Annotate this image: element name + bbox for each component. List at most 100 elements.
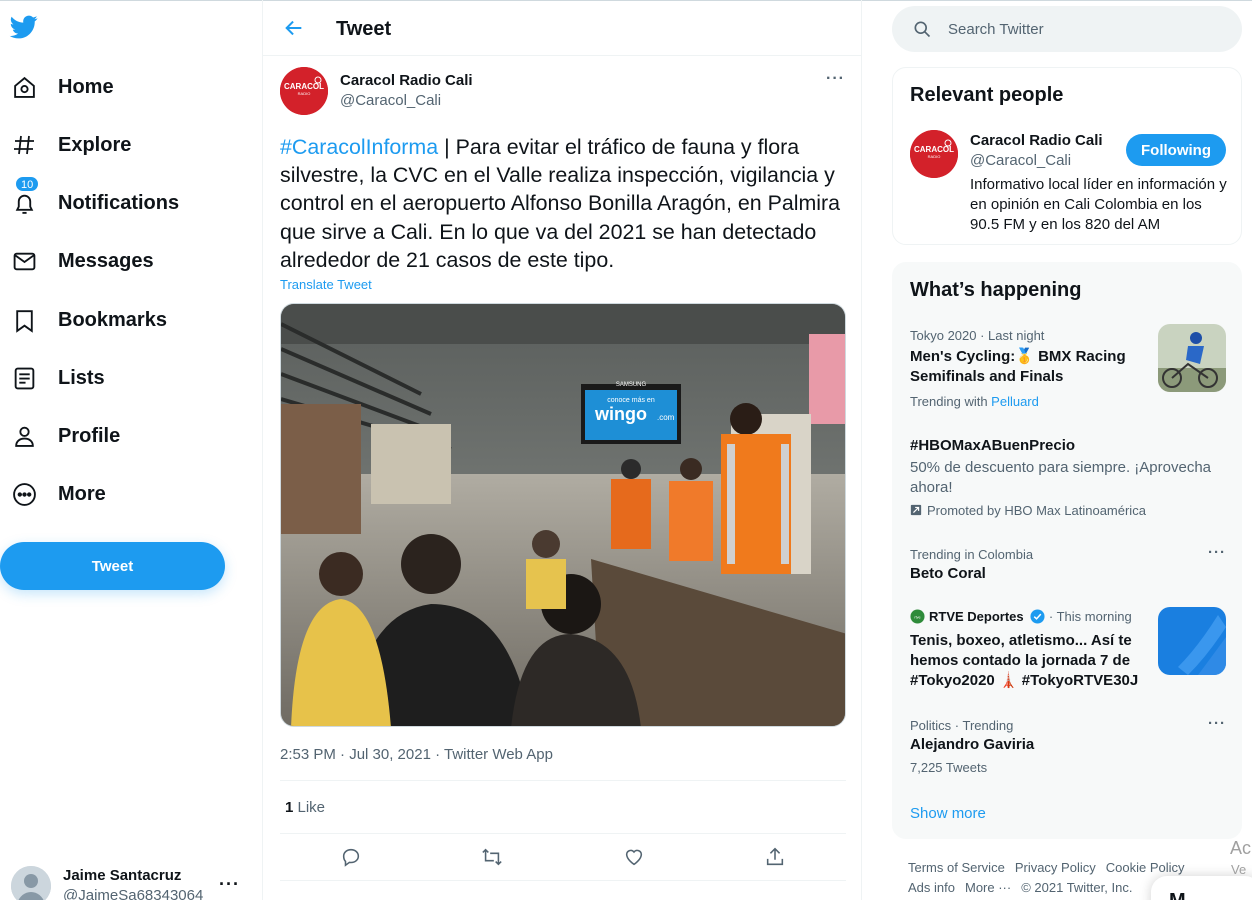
media-sign-tld: .com bbox=[657, 413, 675, 422]
trend-subtext: Trending with Pelluard bbox=[910, 394, 1039, 409]
trend-time: · This morning bbox=[1048, 609, 1132, 624]
nav-label: More bbox=[58, 482, 106, 505]
tweet-text: #CaracolInforma | Para evitar el tráfico… bbox=[280, 133, 846, 274]
avatar bbox=[11, 866, 51, 900]
envelope-icon bbox=[11, 248, 37, 274]
card-title: What’s happening bbox=[910, 279, 1082, 301]
author-avatar[interactable]: CARACOL RADIO bbox=[280, 67, 328, 115]
relevant-bio: Informativo local líder en información y… bbox=[970, 176, 1227, 233]
nav-profile[interactable]: Profile bbox=[0, 411, 240, 461]
search-input[interactable] bbox=[948, 6, 1228, 52]
nav-label: Notifications bbox=[58, 191, 180, 214]
show-more-link[interactable]: Show more bbox=[910, 805, 986, 822]
tweet-button[interactable]: Tweet bbox=[0, 542, 225, 590]
tweet-detail-column: Tweet CARACOL RADIO Caracol Radio Cali @C… bbox=[262, 0, 862, 900]
trend-count: 7,225 Tweets bbox=[910, 760, 988, 775]
account-handle: @JaimeSa68343064 bbox=[63, 887, 204, 900]
svg-text:rtve: rtve bbox=[914, 615, 920, 619]
svg-text:RADIO: RADIO bbox=[928, 154, 941, 159]
footer-link[interactable]: More ··· bbox=[965, 880, 1011, 895]
relevant-avatar[interactable]: CARACOL RADIO bbox=[910, 130, 958, 178]
trend-item[interactable]: Tokyo 2020 · Last night Men's Cycling:🥇 … bbox=[893, 313, 1241, 420]
footer-link[interactable]: Cookie Policy bbox=[1106, 860, 1185, 875]
person-icon bbox=[11, 423, 37, 449]
hashtag-link[interactable]: #CaracolInforma bbox=[280, 135, 438, 159]
trend-item[interactable]: Politics · Trending Alejandro Gaviria 7,… bbox=[893, 703, 1241, 791]
search-icon bbox=[912, 19, 932, 39]
divider bbox=[280, 880, 846, 881]
footer-copyright: © 2021 Twitter, Inc. bbox=[1021, 880, 1133, 895]
rtve-logo-icon: rtve bbox=[910, 609, 925, 624]
footer-link[interactable]: Ads info bbox=[908, 880, 955, 895]
search-box[interactable] bbox=[892, 6, 1242, 52]
nav-messages[interactable]: Messages bbox=[0, 236, 240, 286]
likes-count[interactable]: 1 Like bbox=[285, 799, 325, 816]
messages-drawer-label: M bbox=[1169, 890, 1186, 900]
nav-label: Messages bbox=[58, 249, 154, 272]
nav-notifications[interactable]: 10 Notifications bbox=[0, 176, 240, 228]
home-icon bbox=[11, 74, 37, 100]
relevant-handle[interactable]: @Caracol_Cali bbox=[970, 152, 1071, 169]
trend-context: Trending in Colombia bbox=[910, 547, 1034, 562]
trend-item[interactable]: rtve RTVE Deportes · This morning Tenis,… bbox=[893, 596, 1241, 703]
trend-source: rtve RTVE Deportes · This morning bbox=[910, 609, 1132, 624]
more-dots-icon[interactable]: ··· bbox=[1208, 544, 1226, 561]
author-handle[interactable]: @Caracol_Cali bbox=[340, 92, 441, 109]
nav-home[interactable]: Home bbox=[0, 62, 240, 112]
share-icon[interactable] bbox=[763, 845, 787, 869]
account-name: Jaime Santacruz bbox=[63, 867, 182, 884]
trend-item[interactable]: #HBOMaxABuenPrecio 50% de descuento para… bbox=[893, 420, 1241, 532]
following-button[interactable]: Following bbox=[1126, 134, 1226, 166]
promoted-by: Promoted by HBO Max Latinoamérica bbox=[927, 503, 1146, 518]
more-dots-icon[interactable]: ··· bbox=[219, 874, 240, 895]
media-sign-top: SAMSUNG bbox=[616, 382, 647, 388]
trend-thumbnail bbox=[1158, 324, 1226, 392]
nav-more[interactable]: More bbox=[0, 469, 240, 519]
footer-link[interactable]: Terms of Service bbox=[908, 860, 1005, 875]
trend-title: Alejandro Gaviria bbox=[910, 736, 1035, 753]
translate-tweet-link[interactable]: Translate Tweet bbox=[280, 277, 372, 292]
tweet-photo[interactable]: SAMSUNG conoce más en wingo .com bbox=[280, 303, 846, 727]
more-dots-icon[interactable]: ··· bbox=[826, 70, 845, 88]
nav-bookmarks[interactable]: Bookmarks bbox=[0, 295, 240, 345]
trend-description: 50% de descuento para siempre. ¡Aprovech… bbox=[910, 459, 1212, 496]
activation-watermark-sub: Ve bbox=[1231, 862, 1247, 877]
trend-context: Politics · Trending bbox=[910, 718, 1014, 733]
source-name: RTVE Deportes bbox=[929, 609, 1024, 624]
svg-text:RADIO: RADIO bbox=[298, 91, 311, 96]
twitter-logo-icon[interactable] bbox=[9, 13, 39, 41]
more-dots-icon[interactable]: ··· bbox=[1208, 715, 1226, 732]
list-icon bbox=[11, 365, 37, 391]
trend-link[interactable]: Pelluard bbox=[991, 394, 1039, 409]
relevant-people-card: Relevant people CARACOL RADIO Caracol Rad… bbox=[892, 67, 1242, 245]
footer-link[interactable]: Privacy Policy bbox=[1015, 860, 1096, 875]
trend-item[interactable]: Trending in Colombia Beto Coral ··· bbox=[893, 532, 1241, 596]
bookmark-icon bbox=[11, 307, 37, 333]
back-arrow-icon[interactable] bbox=[283, 17, 305, 39]
more-circle-icon bbox=[11, 481, 37, 507]
verified-badge-icon bbox=[1030, 609, 1045, 624]
reply-icon[interactable] bbox=[339, 845, 363, 869]
like-icon[interactable] bbox=[622, 845, 646, 869]
nav-label: Explore bbox=[58, 133, 132, 156]
nav-lists[interactable]: Lists bbox=[0, 353, 240, 403]
divider bbox=[280, 833, 846, 834]
tweet-timestamp[interactable]: 2:53 PM · Jul 30, 2021 · Twitter Web App bbox=[280, 746, 553, 763]
hashtag-icon bbox=[11, 132, 37, 158]
nav-label: Lists bbox=[58, 366, 105, 389]
retweet-icon[interactable] bbox=[480, 845, 504, 869]
promoted-label: Promoted by HBO Max Latinoamérica bbox=[910, 503, 1146, 518]
relevant-name[interactable]: Caracol Radio Cali bbox=[970, 132, 1103, 149]
right-sidebar: Relevant people CARACOLRADIO Caracol Rad… bbox=[862, 0, 1252, 900]
divider bbox=[280, 780, 846, 781]
author-name[interactable]: Caracol Radio Cali bbox=[340, 72, 473, 89]
messages-drawer[interactable]: M bbox=[1151, 876, 1252, 900]
nav-label: Bookmarks bbox=[58, 308, 167, 331]
account-switcher[interactable]: Jaime Santacruz @JaimeSa68343064 ··· bbox=[0, 860, 250, 900]
nav-explore[interactable]: Explore bbox=[0, 120, 240, 170]
trend-title: Men's Cycling:🥇 BMX Racing Semifinals an… bbox=[910, 348, 1126, 385]
trend-thumbnail bbox=[1158, 607, 1226, 675]
trend-context: Tokyo 2020 · Last night bbox=[910, 328, 1045, 343]
media-sign-caption: conoce más en bbox=[607, 397, 655, 404]
nav-label: Home bbox=[58, 75, 114, 98]
